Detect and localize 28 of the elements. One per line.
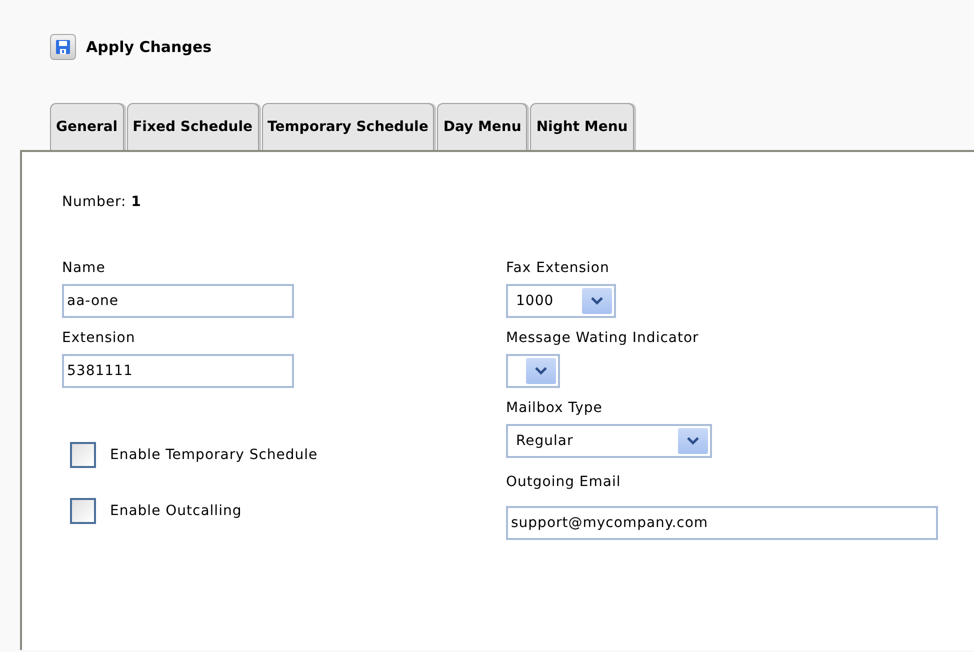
field-label: Outgoing Email xyxy=(506,473,622,492)
text-field[interactable]: 5381111 xyxy=(62,354,294,388)
dropdown[interactable]: 1000 xyxy=(506,284,616,318)
text-field[interactable]: support@mycompany.com xyxy=(506,506,938,540)
chevron-down-icon xyxy=(678,428,708,454)
field-label: Mailbox Type xyxy=(506,399,604,418)
field-label: Fax Extension xyxy=(506,259,610,278)
field-label: Message Wating Indicator xyxy=(506,329,700,348)
dropdown[interactable]: Regular xyxy=(506,424,712,458)
tab[interactable]: Fixed Schedule xyxy=(126,103,259,150)
tab[interactable]: General xyxy=(50,103,124,150)
number-label: Number: 1 xyxy=(62,193,142,212)
tab[interactable]: Day Menu xyxy=(437,103,528,150)
field-label: Name xyxy=(62,259,106,278)
tab[interactable]: Night Menu xyxy=(530,103,634,150)
dropdown-value: Regular xyxy=(516,432,574,450)
chevron-down-icon xyxy=(582,288,612,314)
chevron-down-icon xyxy=(526,358,556,384)
field-label: Extension xyxy=(62,329,136,348)
checkbox-label: Enable Outcalling xyxy=(110,502,242,520)
dropdown-value: 1000 xyxy=(516,292,554,310)
checkbox[interactable] xyxy=(70,442,96,468)
checkbox-label: Enable Temporary Schedule xyxy=(110,446,318,464)
save-icon xyxy=(50,34,76,60)
text-field[interactable]: aa-one xyxy=(62,284,294,318)
checkbox[interactable] xyxy=(70,498,96,524)
tab[interactable]: Temporary Schedule xyxy=(262,103,434,150)
apply-button[interactable]: Apply Changes xyxy=(50,34,212,60)
